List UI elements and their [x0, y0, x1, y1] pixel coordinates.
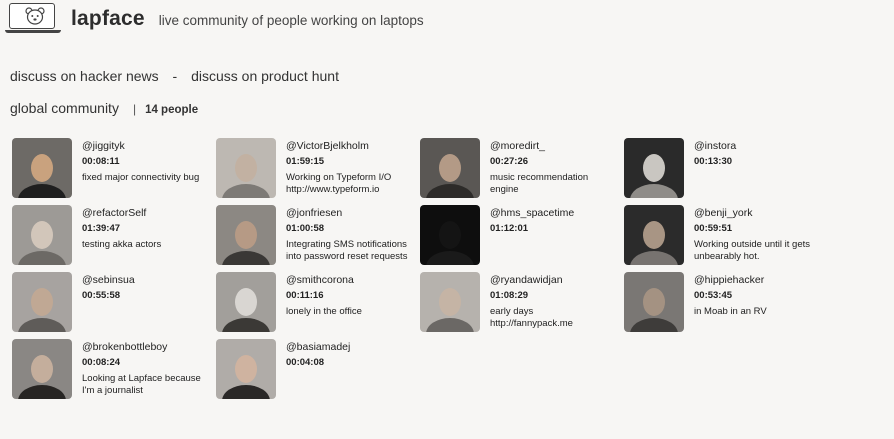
- member-webcam-photo[interactable]: [216, 205, 276, 265]
- member-handle[interactable]: @basiamadej: [286, 341, 410, 354]
- member-session-time: 01:00:58: [286, 223, 325, 234]
- member-info: @hms_spacetime 01:12:01: [490, 207, 614, 235]
- member-info: @benji_york 00:59:51 Working outside until…: [694, 207, 818, 262]
- member-webcam-photo[interactable]: [420, 205, 480, 265]
- member-card[interactable]: @hms_spacetime 01:12:01: [420, 205, 620, 267]
- member-session-time: 00:04:08: [286, 357, 325, 368]
- member-info: @instora 00:13:30: [694, 140, 818, 168]
- member-webcam-photo[interactable]: [12, 272, 72, 332]
- member-card[interactable]: @instora 00:13:30: [624, 138, 824, 200]
- member-info: @basiamadej 00:04:08: [286, 341, 410, 369]
- member-handle[interactable]: @sebinsua: [82, 274, 206, 287]
- member-webcam-photo[interactable]: [12, 138, 72, 198]
- member-handle[interactable]: @smithcorona: [286, 274, 410, 287]
- member-handle[interactable]: @hms_spacetime: [490, 207, 614, 220]
- member-handle[interactable]: @jiggityk: [82, 140, 206, 153]
- member-status: Working outside until it gets unbearably…: [694, 239, 810, 262]
- member-handle[interactable]: @hippiehacker: [694, 274, 818, 287]
- member-handle[interactable]: @brokenbottleboy: [82, 341, 206, 354]
- member-card[interactable]: @benji_york 00:59:51 Working outside until…: [624, 205, 824, 267]
- member-status: Integrating SMS notifications into passw…: [286, 239, 408, 262]
- member-status: early days http://fannypack.me: [490, 306, 573, 329]
- member-card[interactable]: @jiggityk 00:08:11 fixed major connectivit…: [12, 138, 212, 200]
- member-handle[interactable]: @VictorBjelkholm: [286, 140, 410, 153]
- member-webcam-photo[interactable]: [420, 272, 480, 332]
- member-session-time: 00:27:26: [490, 156, 529, 167]
- member-webcam-photo[interactable]: [624, 272, 684, 332]
- member-card[interactable]: @moredirt_ 00:27:26 music recommendation e…: [420, 138, 620, 200]
- member-status: fixed major connectivity bug: [82, 172, 200, 183]
- member-status: testing akka actors: [82, 239, 162, 250]
- member-info: @hippiehacker 00:53:45 in Moab in an RV: [694, 274, 818, 318]
- member-handle[interactable]: @ryandawidjan: [490, 274, 614, 287]
- member-handle[interactable]: @refactorSelf: [82, 207, 206, 220]
- member-session-time: 00:08:24: [82, 357, 121, 368]
- member-card[interactable]: @smithcorona 00:11:16 lonely in the office: [216, 272, 416, 334]
- member-session-time: 00:55:58: [82, 290, 121, 301]
- member-handle[interactable]: @benji_york: [694, 207, 818, 220]
- member-card[interactable]: @VictorBjelkholm 01:59:15 Working on Typef…: [216, 138, 416, 200]
- member-info: @smithcorona 00:11:16 lonely in the office: [286, 274, 410, 318]
- tagline: live community of people working on lapt…: [158, 13, 424, 28]
- member-session-time: 00:08:11: [82, 156, 120, 167]
- member-webcam-photo[interactable]: [12, 205, 72, 265]
- member-session-time: 01:08:29: [490, 290, 529, 301]
- member-session-time: 00:11:16: [286, 290, 324, 301]
- member-card[interactable]: @jonfriesen 01:00:58 Integrating SMS notif…: [216, 205, 416, 267]
- discussion-links: discuss on hacker news - discuss on prod…: [10, 68, 339, 84]
- member-handle[interactable]: @jonfriesen: [286, 207, 410, 220]
- member-info: @brokenbottleboy 00:08:24 Looking at Lapfa…: [82, 341, 206, 396]
- bear-face-icon: [25, 7, 45, 25]
- bear-laptop-logo-icon[interactable]: [5, 3, 61, 35]
- member-info: @jonfriesen 01:00:58 Integrating SMS notif…: [286, 207, 410, 262]
- member-webcam-photo[interactable]: [624, 138, 684, 198]
- hacker-news-link[interactable]: discuss on hacker news: [10, 68, 159, 84]
- member-webcam-photo[interactable]: [624, 205, 684, 265]
- community-title: global community: [10, 100, 119, 116]
- member-webcam-photo[interactable]: [12, 339, 72, 399]
- member-webcam-photo[interactable]: [216, 138, 276, 198]
- product-hunt-link[interactable]: discuss on product hunt: [191, 68, 339, 84]
- member-card[interactable]: @brokenbottleboy 00:08:24 Looking at Lapfa…: [12, 339, 212, 401]
- member-info: @ryandawidjan 01:08:29 early days http://f…: [490, 274, 614, 329]
- member-card[interactable]: @sebinsua 00:55:58: [12, 272, 212, 334]
- brand-name[interactable]: lapface: [71, 7, 145, 31]
- member-session-time: 00:59:51: [694, 223, 733, 234]
- member-session-time: 01:59:15: [286, 156, 325, 167]
- member-status: Looking at Lapface because I'm a journal…: [82, 373, 201, 396]
- member-info: @VictorBjelkholm 01:59:15 Working on Typef…: [286, 140, 410, 195]
- member-info: @refactorSelf 01:39:47 testing akka actors: [82, 207, 206, 251]
- member-session-time: 00:13:30: [694, 156, 733, 167]
- member-webcam-photo[interactable]: [216, 272, 276, 332]
- member-handle[interactable]: @instora: [694, 140, 818, 153]
- member-status: music recommendation engine: [490, 172, 589, 195]
- heading-divider: |: [132, 102, 137, 116]
- member-webcam-photo[interactable]: [420, 138, 480, 198]
- member-card[interactable]: @basiamadej 00:04:08: [216, 339, 416, 401]
- community-heading: global community | 14 people: [10, 100, 198, 116]
- member-webcam-photo[interactable]: [216, 339, 276, 399]
- member-card[interactable]: @refactorSelf 01:39:47 testing akka actors: [12, 205, 212, 267]
- member-status: Working on Typeform I/O http://www.typef…: [286, 172, 392, 195]
- member-session-time: 00:53:45: [694, 290, 733, 301]
- member-handle[interactable]: @moredirt_: [490, 140, 614, 153]
- people-count: 14 people: [145, 104, 199, 116]
- member-info: @moredirt_ 00:27:26 music recommendation e…: [490, 140, 614, 195]
- member-session-time: 01:12:01: [490, 223, 529, 234]
- header: lapface live community of people working…: [5, 3, 424, 35]
- member-status: in Moab in an RV: [694, 306, 767, 317]
- member-card[interactable]: @ryandawidjan 01:08:29 early days http://f…: [420, 272, 620, 334]
- member-card[interactable]: @hippiehacker 00:53:45 in Moab in an RV: [624, 272, 824, 334]
- member-info: @sebinsua 00:55:58: [82, 274, 206, 302]
- member-status: lonely in the office: [286, 306, 362, 317]
- link-separator: -: [172, 68, 178, 84]
- member-info: @jiggityk 00:08:11 fixed major connectivit…: [82, 140, 206, 184]
- member-session-time: 01:39:47: [82, 223, 121, 234]
